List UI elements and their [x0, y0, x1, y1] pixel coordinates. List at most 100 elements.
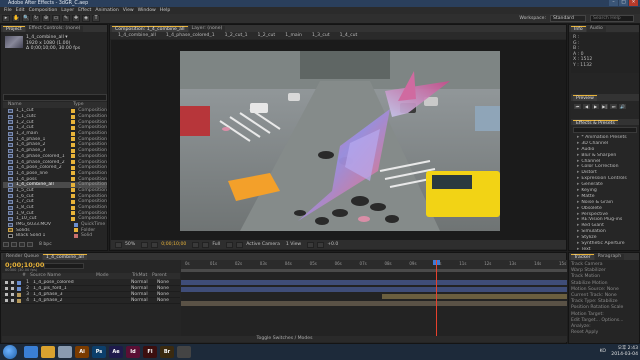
taskbar-app-icon[interactable]: Fl [143, 346, 157, 358]
playhead[interactable] [435, 260, 437, 338]
taskbar-app-icon[interactable]: Id [126, 346, 140, 358]
menu-window[interactable]: Window [138, 7, 156, 14]
always-preview-icon[interactable] [115, 241, 122, 248]
show-channel-icon[interactable] [202, 241, 210, 248]
label-color-swatch[interactable] [74, 228, 78, 233]
audio-switch-icon[interactable] [11, 299, 14, 302]
layer-duration-bar[interactable] [181, 280, 567, 285]
visibility-eye-icon[interactable] [5, 287, 8, 290]
label-color-swatch[interactable] [71, 120, 76, 125]
toggle-switches-modes[interactable]: Toggle Switches / Modes [2, 336, 567, 342]
exposure-value[interactable]: +0.0 [327, 242, 338, 247]
anchor-tool-icon[interactable]: ✚ [72, 15, 80, 22]
menu-composition[interactable]: Composition [29, 7, 58, 14]
menu-view[interactable]: View [123, 7, 134, 14]
comp-flow-item[interactable]: 1_3_cut [312, 33, 330, 38]
toggle-pixel-aspect-icon[interactable] [307, 241, 315, 248]
timeline-search-input[interactable] [44, 263, 84, 269]
visibility-eye-icon[interactable] [5, 293, 8, 296]
layer-name[interactable]: 1_4_phase_2 [33, 298, 93, 303]
first-frame-icon[interactable]: ⏮ [574, 104, 581, 109]
region-of-interest-icon[interactable] [226, 241, 234, 248]
comp-flow-item[interactable]: 1_4_cut [340, 33, 358, 38]
project-item[interactable]: 1_4_phase_2 Composition [3, 142, 107, 148]
zoom-tool-icon[interactable]: 🔍 [22, 15, 30, 22]
layer-parent-select[interactable]: None [157, 286, 169, 291]
trash-icon[interactable] [27, 242, 33, 247]
layer-mode-select[interactable]: Normal [131, 286, 151, 291]
menu-help[interactable]: Help [160, 7, 170, 14]
label-color-swatch[interactable] [74, 222, 78, 227]
last-frame-icon[interactable]: ⏭ [610, 104, 617, 109]
tab-layer[interactable]: Layer: (none) [188, 26, 226, 32]
view-layout-select[interactable]: 1 View [286, 242, 301, 247]
col-source-name[interactable]: Source Name [30, 273, 90, 279]
layer-duration-bar[interactable] [381, 294, 567, 299]
puppet-tool-icon[interactable]: ◈ [82, 15, 90, 22]
project-item[interactable]: 1_4_phase_colored_1 Composition [3, 154, 107, 160]
project-search-input[interactable] [3, 94, 107, 101]
mask-visibility-icon[interactable] [151, 241, 159, 248]
project-item[interactable]: Black Solid 1 Solid [3, 233, 107, 239]
label-color-swatch[interactable] [71, 211, 76, 216]
comp-flow-item[interactable]: 1_2_cut_1 [225, 33, 248, 38]
play-icon[interactable]: ▶ [592, 104, 599, 109]
transparency-grid-icon[interactable] [236, 241, 244, 248]
next-frame-icon[interactable]: ▶| [601, 104, 608, 109]
timeline-tracks[interactable]: 0s01s02s03s04s05s06s07s08s09s10s11s12s13… [181, 260, 567, 338]
new-folder-icon[interactable] [11, 242, 17, 247]
tab-info[interactable]: Info [571, 26, 586, 32]
minimize-button[interactable]: – [609, 0, 618, 6]
search-help-input[interactable]: Search Help [590, 15, 634, 22]
label-color-swatch[interactable] [74, 233, 78, 238]
label-color-swatch[interactable] [71, 142, 76, 147]
hand-tool-icon[interactable]: ✋ [12, 15, 20, 22]
time-ruler[interactable]: 0s01s02s03s04s05s06s07s08s09s10s11s12s13… [181, 260, 567, 269]
title-safe-icon[interactable] [141, 241, 149, 248]
label-color-swatch[interactable] [71, 108, 76, 113]
taskbar-app-icon[interactable] [24, 346, 38, 358]
selection-tool-icon[interactable]: ▸ [2, 15, 10, 22]
label-color-swatch[interactable] [71, 160, 76, 165]
layer-parent-select[interactable]: None [157, 292, 169, 297]
col-mode[interactable]: Mode [96, 273, 132, 279]
zoom-select[interactable]: 50% [125, 242, 135, 247]
project-item[interactable]: 1_3_cut Composition [3, 125, 107, 131]
layer-mode-select[interactable]: Normal [131, 298, 151, 303]
layer-parent-select[interactable]: None [157, 298, 169, 303]
project-item[interactable]: 1_4_combine_all Composition [3, 181, 107, 188]
label-color-swatch[interactable] [71, 125, 76, 130]
layer-mode-select[interactable]: Normal [131, 280, 151, 285]
layer-duration-bar[interactable] [181, 301, 567, 306]
label-color-swatch[interactable] [71, 154, 76, 159]
tracker-option[interactable]: Reset Apply [571, 330, 639, 336]
project-item[interactable]: 1_5_cut Composition [3, 188, 107, 194]
layer-parent-select[interactable]: None [157, 280, 169, 285]
rotate-tool-icon[interactable]: ↻ [32, 15, 40, 22]
comp-flow-item[interactable]: 1_main [285, 33, 302, 38]
current-time-display[interactable]: 0;00;10;00 [161, 242, 186, 247]
layer-name[interactable]: 1_4_phase_3 [33, 292, 93, 297]
project-item[interactable]: 1_7_cut Composition [3, 199, 107, 205]
project-item[interactable]: 1_4_phase_3 Composition [3, 148, 107, 154]
composition-viewer[interactable] [111, 40, 566, 240]
project-item[interactable]: 1_8_cut Composition [3, 205, 107, 211]
comp-flow-item[interactable]: 1_4_combine_all [118, 33, 156, 38]
layer-name[interactable]: 1_4_pose_colored [33, 280, 93, 285]
label-color-swatch[interactable] [71, 137, 76, 142]
comp-flow-item[interactable]: 1_4_phase_colored_1 [166, 33, 215, 38]
language-indicator[interactable]: KO [600, 349, 606, 354]
project-item[interactable]: 1_1_cut Composition [3, 108, 107, 114]
col-trkmat[interactable]: TrkMat [132, 273, 152, 279]
label-color-swatch[interactable] [71, 165, 76, 170]
project-item[interactable]: IMG_6033.MOV QuickTime [3, 222, 107, 228]
audio-icon[interactable]: 🔊 [619, 104, 626, 109]
col-parent[interactable]: Parent [152, 273, 167, 279]
maximize-button[interactable]: □ [619, 0, 628, 6]
project-item[interactable]: 1_4_pose_colored_2 Composition [3, 165, 107, 171]
start-button-icon[interactable] [3, 345, 17, 359]
label-color-swatch[interactable] [71, 148, 76, 153]
tab-paragraph[interactable]: Paragraph [594, 254, 625, 260]
menu-layer[interactable]: Layer [61, 7, 74, 14]
work-area-bar[interactable] [181, 269, 567, 272]
